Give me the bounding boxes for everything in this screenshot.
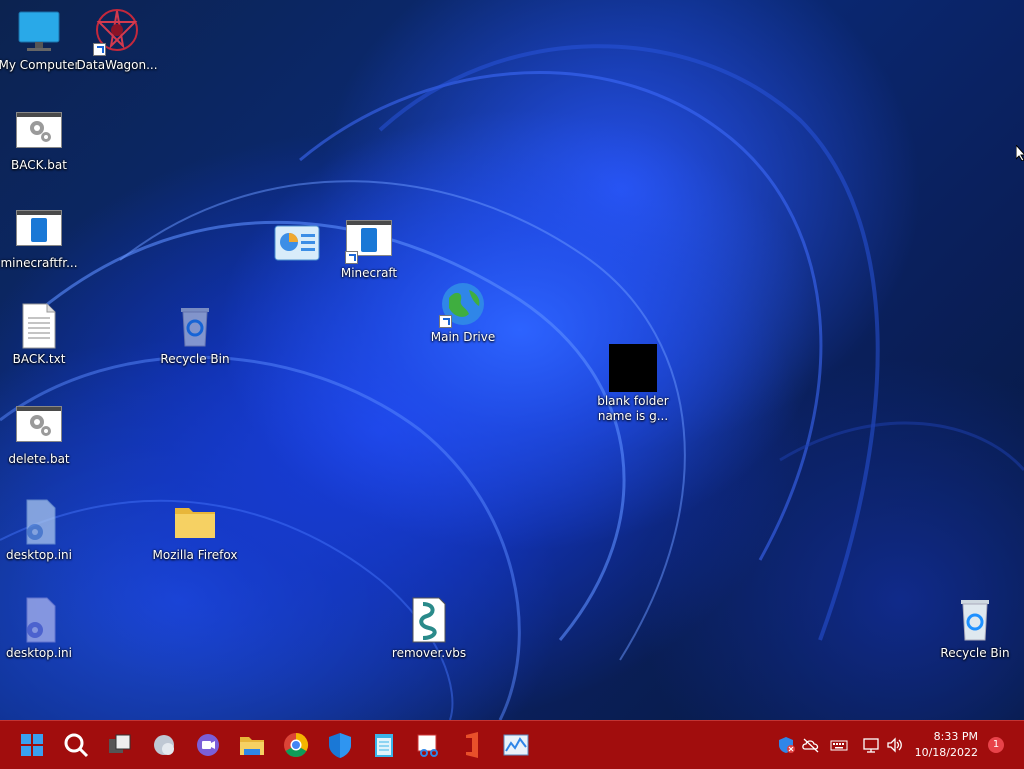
clock-date: 10/18/2022: [914, 746, 978, 759]
desktop-icon-mozilla-firefox[interactable]: Mozilla Firefox: [150, 498, 240, 563]
icon-label: minecraftfr...: [0, 256, 78, 270]
desktop-icon-desktop-ini[interactable]: desktop.ini: [0, 596, 84, 661]
script-file-icon: [405, 596, 453, 644]
recycle-bin-icon: [171, 302, 219, 350]
clock-time: 8:33 PM: [933, 730, 978, 743]
onedrive-icon[interactable]: [802, 736, 820, 754]
chrome-icon[interactable]: [280, 729, 312, 761]
icon-label: Recycle Bin: [160, 352, 230, 366]
resource-monitor-icon[interactable]: [500, 729, 532, 761]
control-panel-icon: [273, 222, 321, 270]
icon-label: remover.vbs: [391, 646, 467, 660]
desktop-icon-recycle-bin[interactable]: Recycle Bin: [150, 302, 240, 367]
black-square-icon: [609, 344, 657, 392]
folder-icon: [171, 498, 219, 546]
app-window-icon: [15, 206, 63, 254]
recycle-bin-icon: [951, 596, 999, 644]
chat-icon[interactable]: [192, 729, 224, 761]
icon-label: DataWagon...: [76, 58, 158, 72]
widgets-icon[interactable]: [148, 729, 180, 761]
task-view-icon[interactable]: [104, 729, 136, 761]
desktop-icon-blank-folder[interactable]: blank folder name is g...: [588, 344, 678, 424]
settings-file-icon: [15, 596, 63, 644]
icon-label: Main Drive: [430, 330, 496, 344]
icon-label: blank folder name is g...: [597, 394, 669, 423]
globe-icon: [439, 280, 487, 328]
clock[interactable]: 8:33 PM 10/18/2022: [915, 729, 978, 761]
defender-icon[interactable]: [324, 729, 356, 761]
text-file-icon: [15, 302, 63, 350]
batch-file-icon: [15, 108, 63, 156]
network-icon[interactable]: [862, 736, 880, 754]
office-icon[interactable]: [456, 729, 488, 761]
icon-label: BACK.txt: [12, 352, 66, 366]
icon-label: BACK.bat: [11, 158, 67, 172]
monitor-icon: [15, 8, 63, 56]
volume-icon[interactable]: [886, 736, 904, 754]
desktop-icon-back-txt[interactable]: BACK.txt: [0, 302, 84, 367]
desktop-icon-minecraft[interactable]: Minecraft: [324, 216, 414, 281]
snipping-tool-icon[interactable]: [412, 729, 444, 761]
icon-label: Mozilla Firefox: [152, 548, 238, 562]
notepad-icon[interactable]: [368, 729, 400, 761]
desktop-icon-desktop-ini[interactable]: desktop.ini: [0, 498, 84, 563]
desktop-icon-recycle-bin[interactable]: Recycle Bin: [930, 596, 1020, 661]
icon-label: Recycle Bin: [940, 646, 1010, 660]
desktop-icon-delete-bat[interactable]: delete.bat: [0, 402, 84, 467]
settings-file-icon: [15, 498, 63, 546]
keyboard-icon[interactable]: [830, 736, 848, 754]
desktop-icon-main-drive[interactable]: Main Drive: [418, 280, 508, 345]
datawagon-icon: [93, 8, 141, 56]
search-icon[interactable]: [60, 729, 92, 761]
desktop-icon-remover-vbs[interactable]: remover.vbs: [384, 596, 474, 661]
batch-file-icon: [15, 402, 63, 450]
desktop[interactable]: My Computer DataWagon... BACK.bat minecr…: [0, 0, 1024, 720]
taskbar: 8:33 PM 10/18/2022 1: [0, 720, 1024, 769]
icon-label: Minecraft: [340, 266, 398, 280]
app-window-icon: [345, 216, 393, 264]
file-explorer-icon[interactable]: [236, 729, 268, 761]
desktop-icon-back-bat[interactable]: BACK.bat: [0, 108, 84, 173]
icon-label: delete.bat: [8, 452, 70, 466]
start-icon[interactable]: [16, 729, 48, 761]
notification-badge[interactable]: 1: [988, 737, 1004, 753]
icon-label: desktop.ini: [6, 646, 72, 660]
desktop-icon-minecraftfr[interactable]: minecraftfr...: [0, 206, 84, 271]
security-icon[interactable]: [778, 736, 796, 754]
desktop-icon-datawagon[interactable]: DataWagon...: [72, 8, 162, 73]
mouse-cursor-icon: [1016, 145, 1024, 161]
icon-label: desktop.ini: [6, 548, 72, 562]
